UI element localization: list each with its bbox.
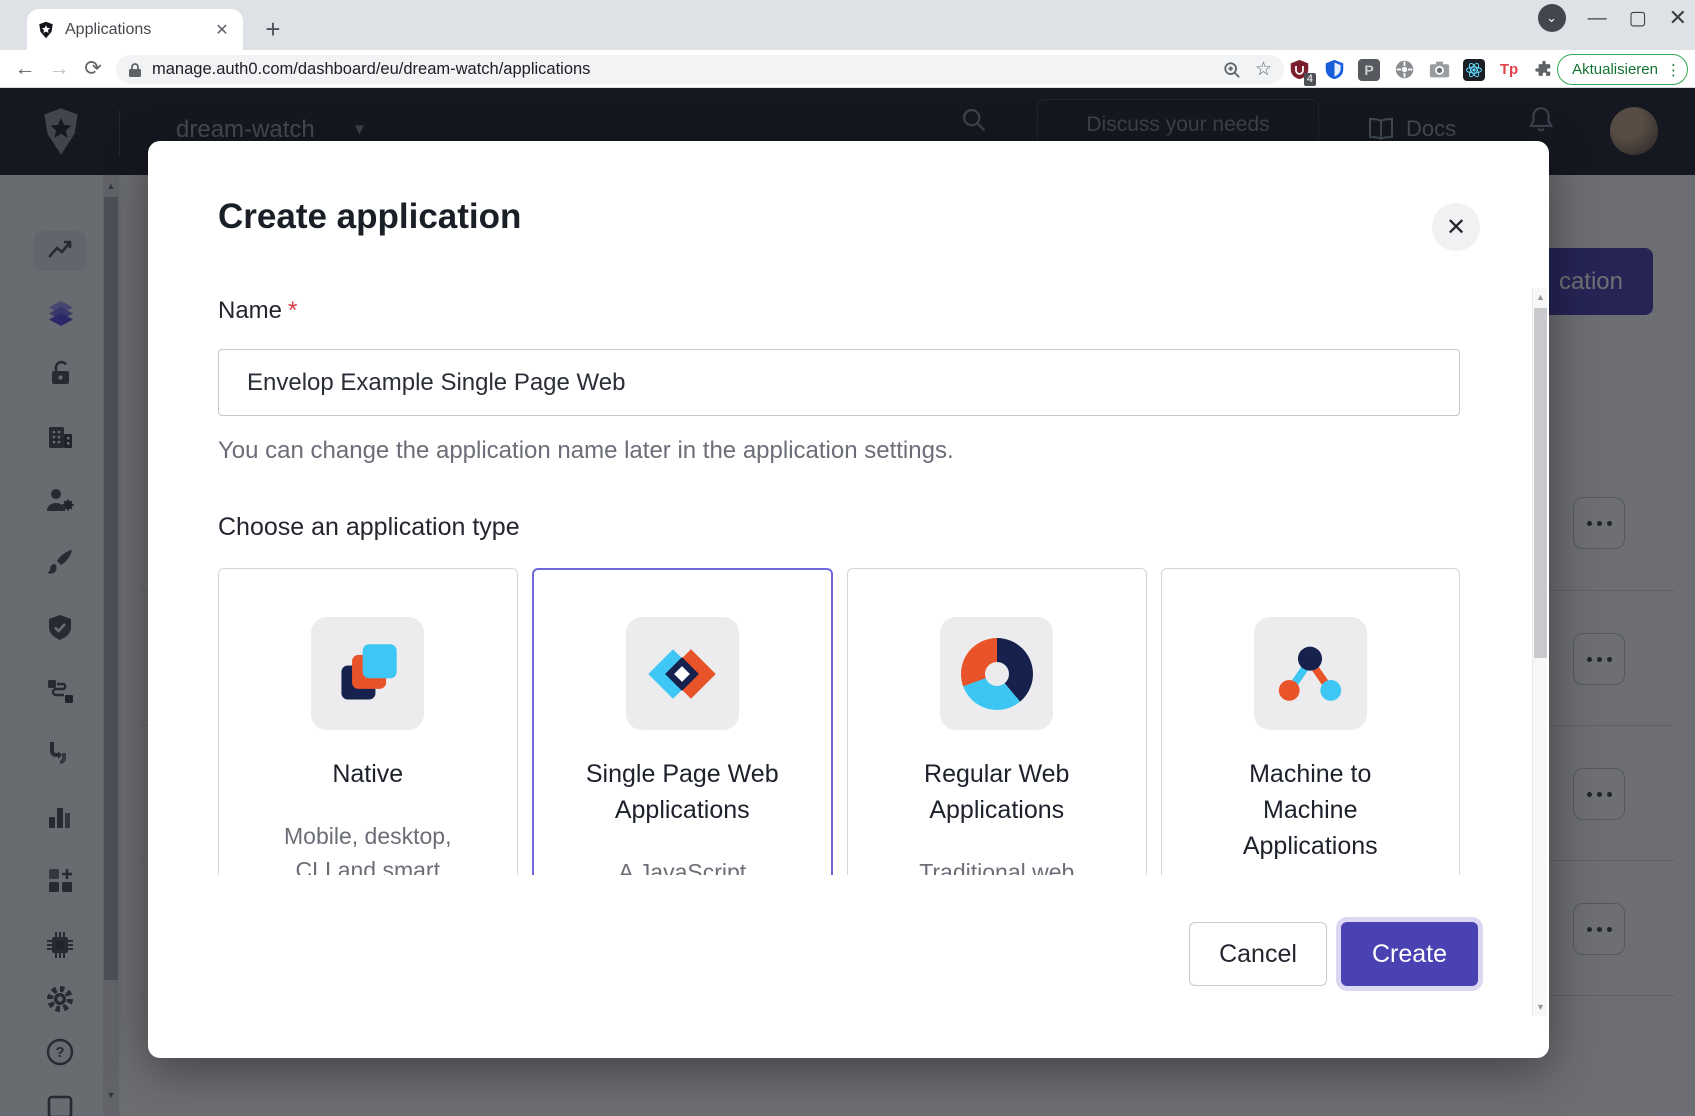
browser-tab-strip: Applications ✕ + ⌄ — ▢ ✕ <box>0 0 1695 50</box>
create-application-modal: Create application ✕ Name* You can chang… <box>148 141 1549 1058</box>
scroll-down-icon[interactable]: ▼ <box>1533 1002 1548 1012</box>
cancel-button-label: Cancel <box>1219 940 1297 969</box>
ublock-badge: 4 <box>1304 73 1316 86</box>
bookmark-star-icon[interactable]: ☆ <box>1255 58 1272 81</box>
card-description: Traditional web <box>919 855 1074 875</box>
tampermonkey-extension-icon[interactable]: Tp <box>1498 59 1520 81</box>
spa-icon <box>626 617 739 730</box>
tab-title: Applications <box>65 21 211 39</box>
new-tab-button[interactable]: + <box>258 14 288 44</box>
forward-icon[interactable]: → <box>42 57 76 81</box>
back-icon[interactable]: ← <box>8 57 42 81</box>
zoom-page-icon[interactable] <box>1223 61 1241 79</box>
native-icon <box>311 617 424 730</box>
card-title: Native <box>332 756 403 792</box>
ublock-extension-icon[interactable]: 4 <box>1288 59 1310 81</box>
create-button[interactable]: Create <box>1341 922 1478 986</box>
address-bar[interactable]: manage.auth0.com/dashboard/eu/dream-watc… <box>116 55 1284 84</box>
create-button-label: Create <box>1372 940 1447 969</box>
modal-close-button[interactable]: ✕ <box>1432 203 1480 251</box>
browser-tab[interactable]: Applications ✕ <box>27 9 243 50</box>
application-name-input[interactable] <box>218 349 1460 416</box>
browser-update-button[interactable]: Aktualisieren ⋮ <box>1557 54 1688 85</box>
modal-scrollbar[interactable]: ▲ ▼ <box>1532 288 1547 1016</box>
required-marker: * <box>288 297 297 324</box>
card-title: Regular Web Applications <box>881 756 1113 828</box>
bitwarden-extension-icon[interactable] <box>1323 59 1345 81</box>
browser-update-icon[interactable]: ⌄ <box>1538 4 1566 32</box>
card-title: Single Page Web Applications <box>566 756 798 828</box>
regular-web-icon <box>940 617 1053 730</box>
card-native[interactable]: Native Mobile, desktop, CLI and smart <box>218 568 518 875</box>
react-devtools-extension-icon[interactable] <box>1463 59 1485 81</box>
card-single-page-web[interactable]: Single Page Web Applications A JavaScrip… <box>532 568 834 875</box>
tab-close-icon[interactable]: ✕ <box>211 19 233 41</box>
url-text: manage.auth0.com/dashboard/eu/dream-watc… <box>152 60 1223 79</box>
name-helper-text: You can change the application name late… <box>218 437 954 465</box>
p-extension-label: P <box>1364 62 1373 78</box>
card-description: A JavaScript <box>618 855 746 875</box>
reload-icon[interactable]: ⟳ <box>76 56 110 81</box>
update-button-label: Aktualisieren <box>1572 61 1658 78</box>
cancel-button[interactable]: Cancel <box>1189 922 1327 986</box>
tampermonkey-label: Tp <box>1500 61 1518 78</box>
p-extension-icon[interactable]: P <box>1358 59 1380 81</box>
scroll-up-icon[interactable]: ▲ <box>1533 292 1548 302</box>
browser-toolbar: ← → ⟳ manage.auth0.com/dashboard/eu/drea… <box>0 50 1695 88</box>
application-type-cards: Native Mobile, desktop, CLI and smart Si… <box>218 568 1460 875</box>
browser-window: Applications ✕ + ⌄ — ▢ ✕ ← → ⟳ manage.au… <box>0 0 1695 1116</box>
extensions-puzzle-icon[interactable] <box>1533 59 1555 81</box>
choose-type-label: Choose an application type <box>218 513 520 542</box>
auth0-favicon <box>37 21 55 39</box>
name-label: Name <box>218 297 282 324</box>
modal-title: Create application <box>218 197 521 237</box>
m2m-icon <box>1254 617 1367 730</box>
modal-scrollbar-thumb[interactable] <box>1534 308 1547 658</box>
card-machine-to-machine[interactable]: Machine to Machine Applications <box>1161 568 1461 875</box>
card-description: Mobile, desktop, CLI and smart <box>277 819 459 875</box>
browser-menu-icon[interactable]: ⋮ <box>1666 61 1681 79</box>
crosshair-extension-icon[interactable] <box>1393 59 1415 81</box>
window-minimize-button[interactable]: — <box>1588 9 1607 28</box>
window-close-button[interactable]: ✕ <box>1669 7 1687 29</box>
window-maximize-button[interactable]: ▢ <box>1629 9 1647 28</box>
camera-extension-icon[interactable] <box>1428 59 1450 81</box>
card-regular-web[interactable]: Regular Web Applications Traditional web <box>847 568 1147 875</box>
lock-icon <box>128 62 142 78</box>
card-title: Machine to Machine Applications <box>1234 756 1386 864</box>
